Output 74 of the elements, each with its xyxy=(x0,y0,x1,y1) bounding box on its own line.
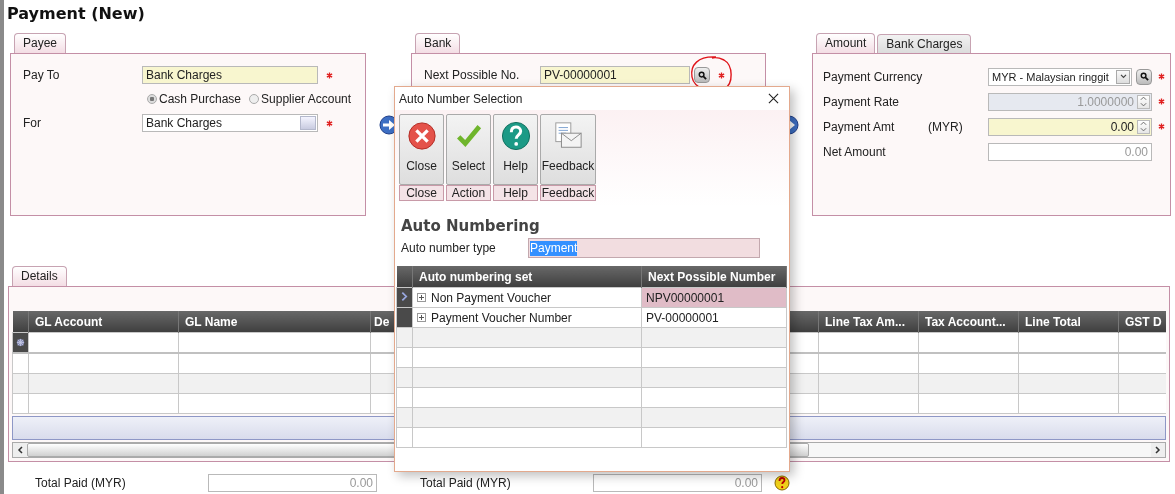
table-cell: Non Payment Voucher xyxy=(431,290,552,305)
column-header[interactable]: GST D xyxy=(1118,311,1166,333)
payee-tab[interactable]: Payee xyxy=(14,33,67,53)
radio-option[interactable]: Cash Purchase xyxy=(147,92,242,106)
help-icon[interactable] xyxy=(774,475,790,491)
column-header[interactable]: Line Tax Am... xyxy=(818,311,919,333)
field-label: Auto number type xyxy=(401,241,497,255)
currency-dropdown[interactable]: MYR - Malaysian ringgit xyxy=(988,67,1132,86)
next-number-field[interactable]: PV-00000001 xyxy=(540,66,690,84)
column-header[interactable]: Line Total xyxy=(1018,311,1119,333)
dropdown-button[interactable] xyxy=(1116,69,1130,84)
column-header[interactable]: Auto numbering set xyxy=(412,266,642,288)
search-button[interactable] xyxy=(1136,68,1152,85)
radio-option[interactable]: Supplier Account xyxy=(249,92,352,106)
total-label: Total Paid (MYR) xyxy=(420,476,512,490)
dialog-title: Auto Number Selection xyxy=(399,91,523,106)
total-field: 0.00 xyxy=(593,474,762,492)
column-header[interactable]: GL Name xyxy=(178,311,371,333)
toolbar-button[interactable]: Select xyxy=(446,114,491,185)
field-label: Payment Amt xyxy=(823,119,896,134)
toolbar-group-label: Close xyxy=(399,185,444,201)
for-field[interactable]: Bank Charges xyxy=(142,114,318,132)
number-field[interactable]: 0.00 xyxy=(988,117,1152,136)
row-header xyxy=(12,311,29,333)
amount-tab[interactable]: Amount xyxy=(816,33,876,53)
field-value: 1.0000000 xyxy=(1076,93,1135,110)
table-cell: PV-00000001 xyxy=(646,310,719,325)
new-row-icon xyxy=(16,337,25,347)
search-button[interactable] xyxy=(694,67,710,83)
amount-tab[interactable]: Bank Charges xyxy=(877,34,972,53)
field-label: For xyxy=(23,116,42,130)
close-icon xyxy=(406,121,437,151)
total-field: 0.00 xyxy=(208,474,377,492)
section-heading: Auto Numbering xyxy=(401,217,541,235)
column-header[interactable]: Tax Account... xyxy=(918,311,1019,333)
field-label: Pay To xyxy=(23,68,61,82)
bank-tab[interactable]: Bank xyxy=(415,33,461,53)
page-title: Payment (New) xyxy=(6,3,146,25)
table-cell: Payment Voucher Number xyxy=(431,310,572,325)
total-label: Total Paid (MYR) xyxy=(35,476,127,490)
field-label: Next Possible No. xyxy=(424,68,521,82)
toolbar-button[interactable]: Help xyxy=(493,114,538,185)
toolbar-group-label: Help xyxy=(493,185,538,201)
expand-icon[interactable] xyxy=(417,313,426,322)
close-icon[interactable] xyxy=(768,93,779,104)
field-label: Payment Currency xyxy=(823,69,924,84)
details-tab[interactable]: Details xyxy=(12,266,67,286)
field-value: 0.00 xyxy=(1109,118,1135,135)
search-icon xyxy=(697,70,707,80)
search-icon xyxy=(1139,72,1149,81)
column-header[interactable]: Next Possible Number xyxy=(641,266,787,288)
currency-label: (MYR) xyxy=(928,119,963,134)
column-header[interactable]: GL Account xyxy=(28,311,179,333)
table-cell: NPV00000001 xyxy=(646,290,725,305)
field-label: Payment Rate xyxy=(823,94,901,109)
caret-down-icon xyxy=(1119,74,1127,79)
expand-icon[interactable] xyxy=(417,293,426,302)
field-value: Bank Charges xyxy=(146,115,224,131)
scroll-left-icon[interactable] xyxy=(17,446,23,454)
toolbar-group-label: Action xyxy=(446,185,491,201)
toolbar-button[interactable]: Close xyxy=(399,114,444,185)
field-value: MYR - Malaysian ringgit xyxy=(992,69,1110,85)
up-down-arrows-icon xyxy=(1140,96,1147,107)
spinner-button[interactable] xyxy=(1137,119,1150,134)
pay-to-field[interactable]: Bank Charges xyxy=(142,66,318,84)
envelope-icon xyxy=(553,121,583,151)
row-header xyxy=(396,266,413,288)
field-label: Net Amount xyxy=(823,144,887,159)
up-down-arrows-icon xyxy=(1140,121,1147,132)
help-icon xyxy=(500,121,531,151)
toolbar-group-label: Feedback xyxy=(540,185,596,201)
scroll-right-icon[interactable] xyxy=(1155,446,1161,454)
chevron-right-icon xyxy=(401,290,408,302)
toolbar-button[interactable]: Feedback xyxy=(540,114,596,185)
